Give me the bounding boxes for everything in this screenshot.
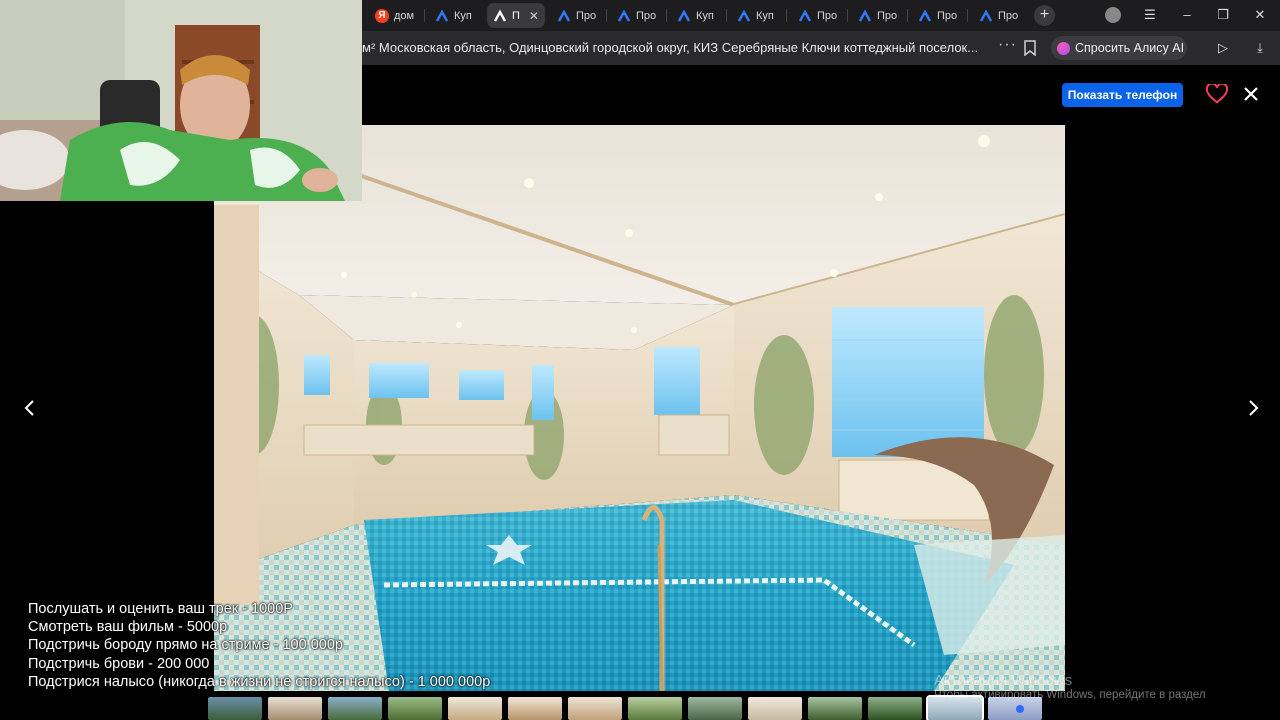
browser-tab[interactable]: Куп xyxy=(731,3,783,28)
menu-icon[interactable]: ☰ xyxy=(1140,6,1160,24)
donation-item: Подстрися налысо (никогда в жизни не стр… xyxy=(28,673,491,690)
browser-tab[interactable]: Про xyxy=(551,3,603,28)
avito-icon xyxy=(493,9,507,22)
avito-icon xyxy=(918,9,932,22)
thumbnail[interactable] xyxy=(508,697,562,720)
avito-icon xyxy=(617,9,631,22)
chevron-left-icon[interactable] xyxy=(20,398,40,418)
thumbnail[interactable] xyxy=(748,697,802,720)
avito-icon xyxy=(979,9,993,22)
heart-icon[interactable] xyxy=(1206,84,1228,104)
profile-avatar-icon[interactable] xyxy=(1105,7,1121,23)
tab-close-icon[interactable]: ✕ xyxy=(529,9,539,23)
thumbnail[interactable] xyxy=(328,697,382,720)
thumbnail[interactable] xyxy=(568,697,622,720)
alice-icon xyxy=(1057,41,1070,55)
tab-label: Про xyxy=(998,9,1019,22)
tab-label: Куп xyxy=(454,9,472,22)
windows-activation-watermark: Активация Windows Чтобы активировать Win… xyxy=(934,672,1206,701)
more-icon[interactable]: ··· xyxy=(998,36,1017,54)
tab-label: Про xyxy=(877,9,898,22)
avito-icon xyxy=(798,9,812,22)
donation-item: Послушать и оценить ваш трек - 1000Р xyxy=(28,601,293,617)
donation-item: Подстричь бороду прямо на стриме - 100 0… xyxy=(28,637,343,654)
ask-alice-label: Спросить Алису AI xyxy=(1075,41,1185,55)
browser-tab[interactable]: Про xyxy=(792,3,844,28)
minimize-icon[interactable]: – xyxy=(1177,6,1197,24)
ask-alice-button[interactable]: Спросить Алису AI xyxy=(1051,36,1187,60)
browser-tab[interactable]: Про xyxy=(852,3,904,28)
tab-label: дом xyxy=(394,9,415,22)
avito-icon xyxy=(435,9,449,22)
tab-label: Куп xyxy=(756,9,774,22)
browser-tab[interactable]: Я дом xyxy=(369,3,419,28)
tab-label: Про xyxy=(817,9,838,22)
donation-item: Подстричь брови - 200 000 xyxy=(28,655,210,672)
window-close-icon[interactable]: ✕ xyxy=(1250,6,1270,24)
thumbnail[interactable] xyxy=(868,697,922,720)
yandex-icon: Я xyxy=(375,8,389,23)
browser-tab[interactable]: Про xyxy=(973,3,1025,28)
thumbnail[interactable] xyxy=(268,697,322,720)
chevron-right-icon[interactable] xyxy=(1243,398,1263,418)
watermark-title: Активация Windows xyxy=(934,672,1073,689)
donation-price-list: Послушать и оценить ваш трек - 1000Р Смо… xyxy=(28,600,490,691)
thumbnail[interactable] xyxy=(808,697,862,720)
thumbnail[interactable] xyxy=(208,697,262,720)
streamer-webcam xyxy=(0,0,362,201)
show-phone-button[interactable]: Показать телефон xyxy=(1062,83,1183,107)
browser-tab[interactable]: Про xyxy=(611,3,663,28)
new-tab-button[interactable]: + xyxy=(1034,5,1055,26)
download-icon[interactable]: ⤓ xyxy=(1252,40,1268,56)
browser-tab[interactable]: Куп xyxy=(671,3,723,28)
watermark-subtitle: Чтобы активировать Windows, перейдите в … xyxy=(934,689,1206,701)
avito-icon xyxy=(677,9,691,22)
tab-label: Про xyxy=(576,9,597,22)
tab-label: Про xyxy=(937,9,958,22)
avito-icon xyxy=(737,9,751,22)
close-icon[interactable] xyxy=(1243,86,1259,102)
browser-tab[interactable]: Куп xyxy=(429,3,481,28)
thumbnail[interactable] xyxy=(448,697,502,720)
thumbnail[interactable] xyxy=(628,697,682,720)
thumbnail[interactable] xyxy=(388,697,442,720)
bookmark-icon[interactable] xyxy=(1023,40,1037,56)
restore-icon[interactable]: ❐ xyxy=(1213,6,1233,24)
tab-label: П xyxy=(512,9,520,22)
thumbnail[interactable] xyxy=(688,697,742,720)
tab-label: Про xyxy=(636,9,657,22)
browser-tab-active[interactable]: П ✕ xyxy=(487,3,545,28)
tab-label: Куп xyxy=(696,9,714,22)
avito-icon xyxy=(858,9,872,22)
browser-tab[interactable]: Про xyxy=(912,3,964,28)
media-play-icon[interactable]: ▷ xyxy=(1215,40,1231,56)
url-text[interactable]: м² Московская область, Одинцовский город… xyxy=(362,40,978,55)
donation-item: Смотреть ваш фильм - 5000р xyxy=(28,619,228,636)
avito-icon xyxy=(557,9,571,22)
